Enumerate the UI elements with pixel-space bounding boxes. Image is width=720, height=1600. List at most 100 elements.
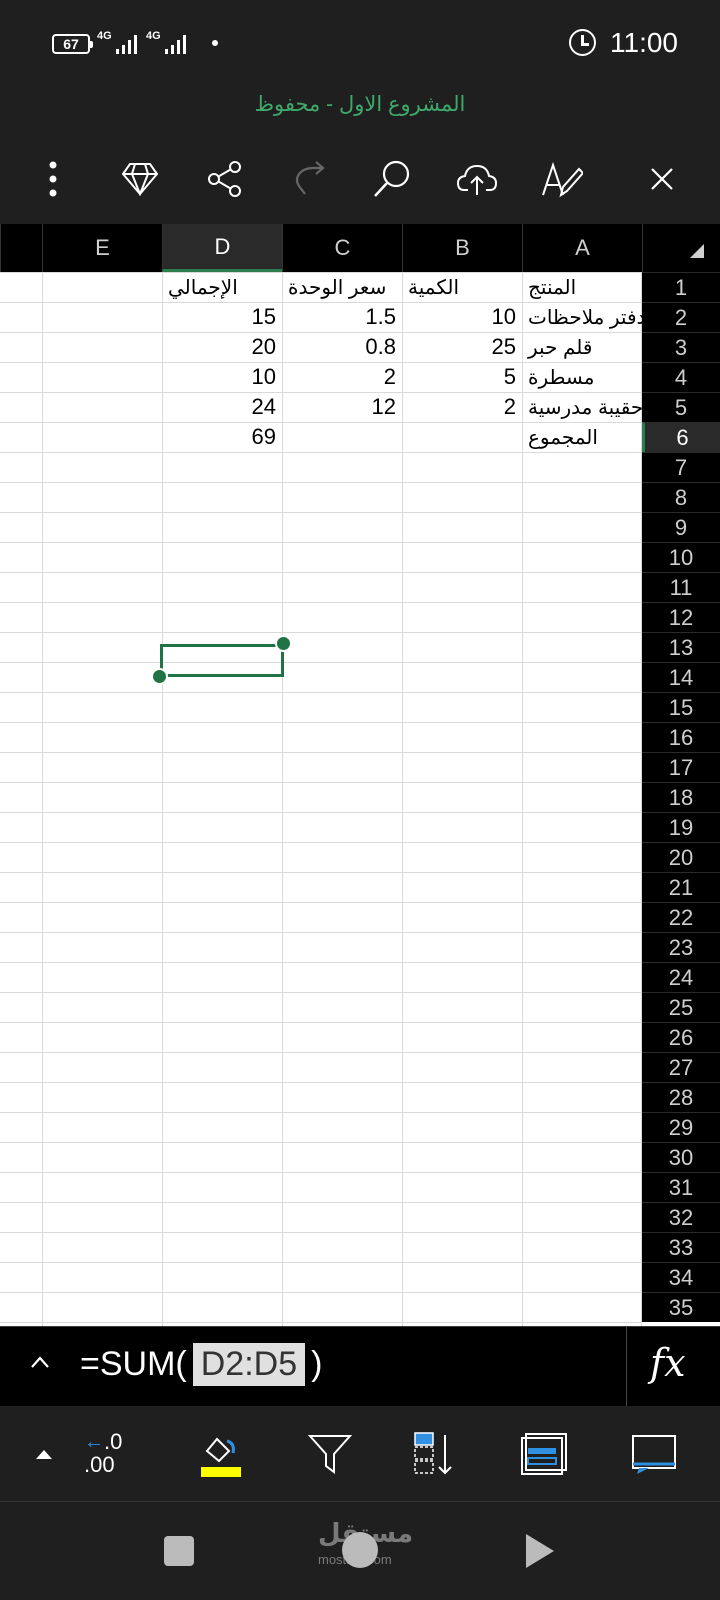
row-header-27[interactable]: 27 xyxy=(642,1052,720,1082)
home-button[interactable] xyxy=(342,1532,378,1568)
row-header-5[interactable]: 5 xyxy=(642,392,720,422)
row-header-14[interactable]: 14 xyxy=(642,662,720,692)
row-header-31[interactable]: 31 xyxy=(642,1172,720,1202)
select-all-corner[interactable] xyxy=(642,224,720,272)
row-header-1[interactable]: 1 xyxy=(642,272,720,302)
row-header-19[interactable]: 19 xyxy=(642,812,720,842)
decrease-decimal-button[interactable]: ← .0 .00 xyxy=(84,1426,140,1482)
row-header-30[interactable]: 30 xyxy=(642,1142,720,1172)
cell-a1[interactable]: المنتج xyxy=(522,272,642,302)
cell-a6[interactable]: المجموع xyxy=(522,422,642,452)
cell-b4[interactable]: 5 xyxy=(402,362,522,392)
row-header-24[interactable]: 24 xyxy=(642,962,720,992)
row-header-23[interactable]: 23 xyxy=(642,932,720,962)
row-header-32[interactable]: 32 xyxy=(642,1202,720,1232)
draw-pen-icon[interactable] xyxy=(540,157,584,201)
row-header-28[interactable]: 28 xyxy=(642,1082,720,1112)
comment-icon[interactable] xyxy=(626,1426,682,1482)
row-header-34[interactable]: 34 xyxy=(642,1262,720,1292)
close-icon[interactable] xyxy=(640,157,684,201)
cell-a5[interactable]: حقيبة مدرسية xyxy=(522,392,643,422)
row-header-15[interactable]: 15 xyxy=(642,692,720,722)
fill-color-button[interactable] xyxy=(192,1426,248,1482)
cell-a2[interactable]: دفتر ملاحظات xyxy=(522,302,645,332)
cell-d3[interactable]: 20 xyxy=(162,332,282,362)
cell-c5[interactable]: 12 xyxy=(282,392,402,422)
cell-d5[interactable]: 24 xyxy=(162,392,282,422)
sort-icon[interactable] xyxy=(406,1426,462,1482)
row-header-26[interactable]: 26 xyxy=(642,1022,720,1052)
cloud-upload-icon[interactable] xyxy=(455,157,499,201)
cell-b2[interactable]: 10 xyxy=(402,302,522,332)
row-header-6[interactable]: 6 xyxy=(642,422,720,452)
column-header-e[interactable]: E xyxy=(42,224,162,272)
row-header-3[interactable]: 3 xyxy=(642,332,720,362)
formula-bar[interactable]: =SUM( D2:D5 ) fx xyxy=(0,1326,720,1407)
column-header-blank xyxy=(0,224,42,272)
cell-c1[interactable]: سعر الوحدة xyxy=(282,272,402,302)
cell-b3[interactable]: 25 xyxy=(402,332,522,362)
filter-icon[interactable] xyxy=(302,1426,358,1482)
cell-b5[interactable]: 2 xyxy=(402,392,522,422)
chevron-up-icon[interactable] xyxy=(30,1355,50,1369)
column-header-c[interactable]: C xyxy=(282,224,402,272)
document-title: المشروع الاول - محفوظ xyxy=(254,93,466,116)
expand-toolbar-icon[interactable] xyxy=(16,1426,72,1482)
row-header-11[interactable]: 11 xyxy=(642,572,720,602)
row-header-25[interactable]: 25 xyxy=(642,992,720,1022)
column-header-b[interactable]: B xyxy=(402,224,522,272)
row-header-13[interactable]: 13 xyxy=(642,632,720,662)
row-header-22[interactable]: 22 xyxy=(642,902,720,932)
grid-row-line xyxy=(0,902,642,903)
top-toolbar xyxy=(0,145,720,215)
row-header-9[interactable]: 9 xyxy=(642,512,720,542)
row-header-7[interactable]: 7 xyxy=(642,452,720,482)
grid-row-line xyxy=(0,452,642,453)
cell-b1[interactable]: الكمية xyxy=(402,272,522,302)
network-type: 4G xyxy=(97,30,112,42)
cell-d6[interactable]: 69 xyxy=(162,422,282,452)
row-header-12[interactable]: 12 xyxy=(642,602,720,632)
row-header-20[interactable]: 20 xyxy=(642,842,720,872)
cell-d1[interactable]: الإجمالي xyxy=(162,272,282,302)
share-icon[interactable] xyxy=(203,157,247,201)
arrow-left-icon: ← xyxy=(84,1431,104,1453)
search-icon[interactable] xyxy=(370,157,414,201)
formula-range-reference[interactable]: D2:D5 xyxy=(192,1343,306,1386)
cell-a4[interactable]: مسطرة xyxy=(522,362,642,392)
row-header-4[interactable]: 4 xyxy=(642,362,720,392)
insert-function-button[interactable]: fx xyxy=(650,1341,686,1385)
spreadsheet-grid[interactable]: E D C B A 1 2 3 4 5 6 7 8 9 10 11 12 13 14 15 16 17 18 19 2… xyxy=(0,224,720,1326)
cell-c2[interactable]: 1.5 xyxy=(282,302,402,332)
grid-row-line xyxy=(0,992,642,993)
selection-handle-top[interactable] xyxy=(275,635,292,652)
row-header-17[interactable]: 17 xyxy=(642,752,720,782)
column-header-d[interactable]: D xyxy=(162,224,282,272)
grid-row-line xyxy=(0,632,642,633)
formula-input[interactable]: =SUM( D2:D5 ) xyxy=(80,1343,322,1386)
row-header-8[interactable]: 8 xyxy=(642,482,720,512)
cell-c4[interactable]: 2 xyxy=(282,362,402,392)
row-header-2[interactable]: 2 xyxy=(642,302,720,332)
back-button[interactable] xyxy=(526,1534,554,1568)
cell-c3[interactable]: 0.8 xyxy=(282,332,402,362)
row-header-10[interactable]: 10 xyxy=(642,542,720,572)
cell-d4[interactable]: 10 xyxy=(162,362,282,392)
grid-row-line xyxy=(0,1022,642,1023)
selected-cell-d6[interactable] xyxy=(160,644,284,677)
column-header-a[interactable]: A xyxy=(522,224,642,272)
row-header-16[interactable]: 16 xyxy=(642,722,720,752)
row-header-29[interactable]: 29 xyxy=(642,1112,720,1142)
row-header-33[interactable]: 33 xyxy=(642,1232,720,1262)
row-header-18[interactable]: 18 xyxy=(642,782,720,812)
row-header-35[interactable]: 35 xyxy=(642,1292,720,1322)
recent-apps-button[interactable] xyxy=(164,1536,194,1566)
selection-handle-bottom[interactable] xyxy=(151,668,168,685)
more-icon[interactable] xyxy=(31,157,75,201)
row-header-21[interactable]: 21 xyxy=(642,872,720,902)
freeze-panes-icon[interactable] xyxy=(516,1426,572,1482)
cell-a3[interactable]: قلم حبر xyxy=(522,332,642,362)
cell-d2[interactable]: 15 xyxy=(162,302,282,332)
diamond-icon[interactable] xyxy=(118,157,162,201)
grid-row-line xyxy=(0,1202,642,1203)
